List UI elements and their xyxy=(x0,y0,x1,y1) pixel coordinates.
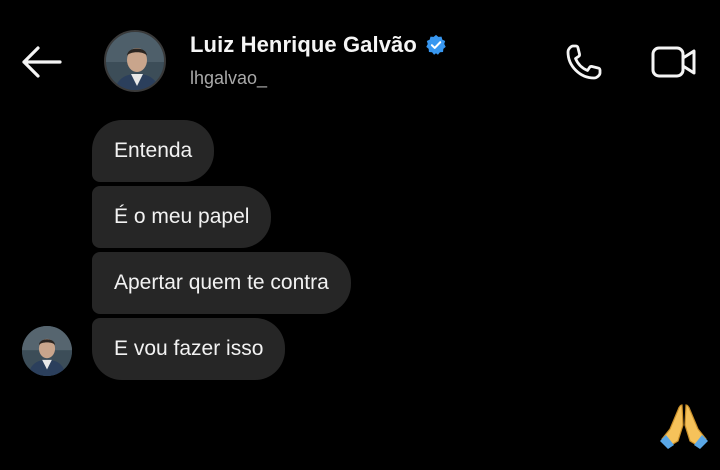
contact-name-row[interactable]: Luiz Henrique Galvão xyxy=(190,32,447,58)
phone-icon xyxy=(566,44,602,80)
video-call-button[interactable] xyxy=(646,38,702,86)
folded-hands-emoji-reaction[interactable] xyxy=(656,400,712,450)
audio-call-button[interactable] xyxy=(560,38,608,86)
chat-header: Luiz Henrique Galvão lhgalvao_ xyxy=(0,0,720,110)
message-bubble[interactable]: É o meu papel xyxy=(92,186,272,248)
folded-hands-emoji-icon xyxy=(660,404,708,449)
contact-avatar[interactable] xyxy=(104,30,166,92)
chat-screen: Luiz Henrique Galvão lhgalvao_ Entenda É… xyxy=(0,0,720,470)
message-bubble[interactable]: Entenda xyxy=(92,120,215,182)
verified-badge-icon xyxy=(426,34,446,55)
profile-photo xyxy=(22,326,72,376)
message-bubble[interactable]: Apertar quem te contra xyxy=(92,252,351,314)
arrow-left-icon xyxy=(22,46,62,78)
profile-photo xyxy=(106,32,164,90)
back-button[interactable] xyxy=(18,42,64,82)
message-bubble[interactable]: E vou fazer isso xyxy=(92,318,286,380)
contact-username: lhgalvao_ xyxy=(190,68,268,88)
sender-avatar[interactable] xyxy=(22,326,72,376)
video-camera-icon xyxy=(651,46,696,78)
contact-name[interactable]: Luiz Henrique Galvão xyxy=(190,32,417,58)
